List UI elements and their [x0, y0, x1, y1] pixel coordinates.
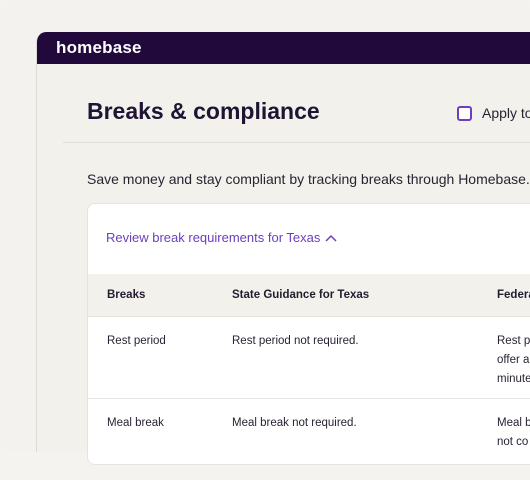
review-link-label: Review break requirements for Texas — [106, 230, 321, 245]
federal-guidance: Meal b not co — [497, 414, 530, 452]
brand-logo[interactable]: homebase — [56, 38, 142, 58]
intro-text: Save money and stay compliant by trackin… — [87, 171, 530, 187]
federal-line: not co — [497, 436, 529, 448]
break-name: Meal break — [107, 417, 164, 429]
checkbox-box[interactable] — [457, 105, 472, 121]
break-name: Rest period — [107, 335, 166, 347]
intro-text-line: Save money and stay compliant by trackin… — [87, 171, 530, 187]
column-header-breaks: Breaks — [107, 289, 146, 301]
table-row: Rest period Rest period not required. Re… — [88, 317, 530, 399]
break-requirements-panel: Review break requirements for Texas Brea… — [87, 203, 530, 465]
federal-line: minute — [497, 373, 530, 385]
table-header: Breaks State Guidance for Texas Federa — [88, 274, 530, 317]
apply-to-checkbox[interactable]: Apply to — [457, 105, 530, 121]
column-header-state: State Guidance for Texas — [232, 289, 370, 301]
state-guidance: Meal break not required. — [232, 417, 357, 429]
review-requirements-toggle[interactable]: Review break requirements for Texas — [106, 230, 337, 245]
federal-line: Rest p — [497, 335, 530, 347]
column-header-federal: Federa — [497, 289, 530, 301]
federal-line: Meal b — [497, 417, 530, 429]
federal-guidance: Rest p offer a minute — [497, 332, 530, 389]
header-divider — [63, 142, 530, 143]
chevron-up-icon — [325, 234, 337, 242]
state-guidance: Rest period not required. — [232, 335, 359, 347]
apply-label: Apply to — [482, 105, 530, 121]
page-title: Breaks & compliance — [87, 98, 320, 124]
table-row: Meal break Meal break not required. Meal… — [88, 399, 530, 480]
top-navbar: homebase — [37, 32, 530, 64]
federal-line: offer a — [497, 354, 530, 366]
